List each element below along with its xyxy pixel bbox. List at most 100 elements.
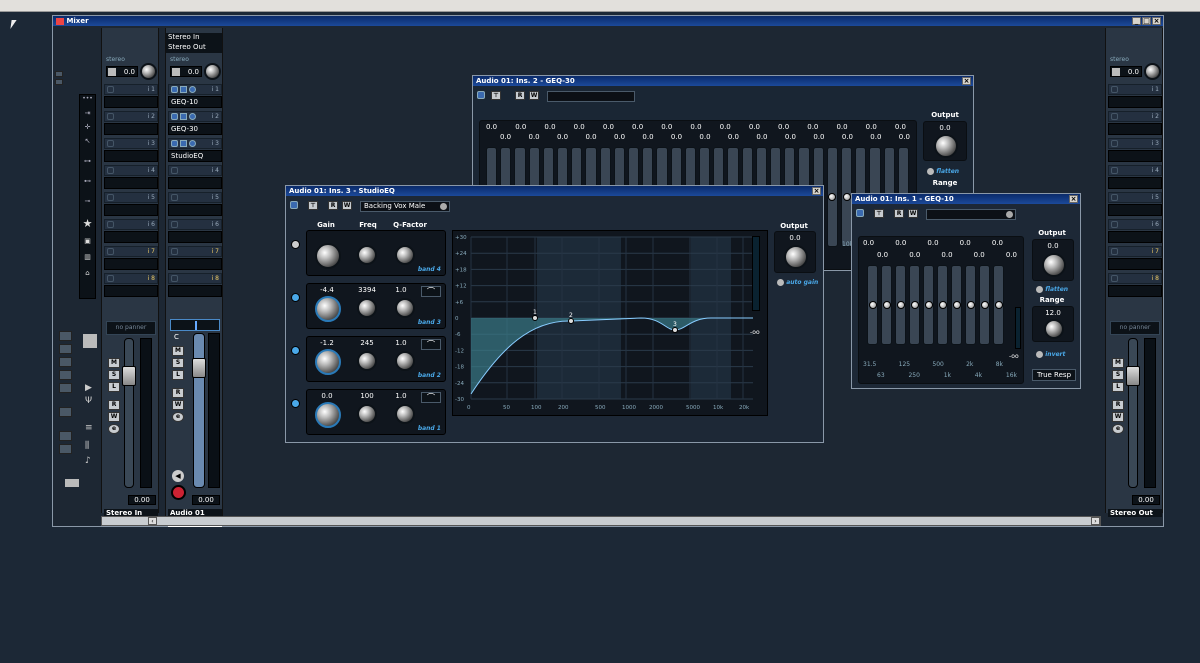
band-q-knob[interactable] — [395, 298, 415, 318]
insert-power-icon[interactable] — [107, 248, 114, 255]
tuning-fork-icon[interactable]: Ψ — [85, 396, 92, 406]
fader-icon[interactable]: ⫼ — [85, 441, 89, 451]
geq10-titlebar[interactable]: Audio 01: Ins. 1 - GEQ-10 × — [852, 194, 1080, 204]
eq-fader-cap[interactable] — [882, 301, 891, 309]
insert-bypass-icon[interactable] — [180, 113, 187, 120]
insert-slot[interactable]: i 4 — [168, 165, 222, 176]
insert-bypass-icon[interactable] — [180, 86, 187, 93]
power-button[interactable] — [477, 91, 485, 99]
eq-fader-cap[interactable] — [842, 193, 851, 201]
panner-area[interactable]: no panner — [1110, 321, 1160, 335]
folder-icon[interactable] — [65, 479, 79, 487]
play-icon[interactable]: ▶ — [85, 383, 92, 393]
edit-button[interactable]: e — [1112, 424, 1124, 434]
minimize-button[interactable]: _ — [1132, 17, 1141, 25]
output-knob[interactable] — [934, 134, 958, 158]
output-knob[interactable] — [1042, 253, 1066, 277]
write-button[interactable]: W — [908, 209, 918, 218]
sidebar-btn-8[interactable] — [59, 444, 72, 454]
insert-name[interactable]: GEQ-10 — [168, 96, 222, 108]
insert-slot[interactable]: i 6 — [1108, 219, 1162, 230]
band-freq-knob[interactable] — [357, 298, 377, 318]
geq30-close-button[interactable]: × — [962, 77, 971, 85]
insert-name[interactable] — [1108, 177, 1162, 189]
insert-power-icon[interactable] — [107, 275, 114, 282]
filter-shape-icon[interactable]: ⌒ — [421, 339, 441, 350]
insert-slot[interactable]: i 2 — [1108, 111, 1162, 122]
solo-button[interactable]: S — [172, 358, 184, 368]
bypass-button[interactable]: ⊤ — [874, 209, 884, 218]
insert-name[interactable] — [104, 258, 158, 270]
sidebar-btn-7[interactable] — [59, 431, 72, 441]
band-freq-knob[interactable] — [357, 404, 377, 424]
insert-power-icon[interactable] — [1111, 248, 1118, 255]
sidebar-btn-3[interactable] — [59, 357, 72, 367]
tower-icon[interactable]: ⌂ — [80, 269, 95, 283]
maximize-button[interactable]: □ — [1142, 17, 1151, 25]
power-button[interactable] — [856, 209, 864, 217]
read-button[interactable]: R — [894, 209, 904, 218]
horizontal-scrollbar[interactable]: ‹ › — [101, 516, 1101, 526]
insert-slot[interactable]: i 5 — [104, 192, 158, 203]
insert-power-icon[interactable] — [1111, 86, 1118, 93]
insert-name[interactable] — [104, 123, 158, 135]
bypass-button[interactable]: ⊤ — [308, 201, 318, 210]
sidebar-btn-2[interactable] — [59, 344, 72, 354]
insert-slot[interactable]: i 8 — [1108, 273, 1162, 284]
read-button[interactable]: R — [172, 388, 184, 398]
listen-button[interactable]: L — [108, 382, 120, 392]
write-button[interactable]: W — [108, 412, 120, 422]
insert-slot[interactable]: i 6 — [104, 219, 158, 230]
eq-band-handle[interactable] — [568, 318, 574, 324]
preset-dropdown[interactable] — [926, 209, 1016, 220]
insert-power-icon[interactable] — [171, 140, 178, 147]
insert-name[interactable] — [104, 231, 158, 243]
filter-shape-icon[interactable]: ⌒ — [421, 286, 441, 297]
fader-value[interactable]: 0.00 — [1132, 495, 1160, 505]
link-icon[interactable]: ⇥ — [80, 109, 95, 123]
expand-button[interactable] — [55, 71, 63, 77]
insert-slot[interactable]: i 3 — [104, 138, 158, 149]
scroll-left-button[interactable]: ‹ — [148, 517, 157, 525]
mixer-titlebar[interactable]: Mixer _ □ × — [53, 16, 1163, 26]
band-gain-knob[interactable] — [315, 243, 341, 269]
insert-power-icon[interactable] — [1111, 113, 1118, 120]
write-button[interactable]: W — [342, 201, 352, 210]
input-gain-knob[interactable] — [204, 63, 221, 80]
insert-power-icon[interactable] — [171, 167, 178, 174]
fader-track[interactable] — [124, 338, 134, 488]
pan-field[interactable]: 0.0 — [106, 66, 138, 77]
insert-name[interactable]: StudioEQ — [168, 150, 222, 162]
insert-name[interactable] — [168, 285, 222, 297]
preset-dropdown[interactable] — [547, 91, 635, 102]
geq10-close-button[interactable]: × — [1069, 195, 1078, 203]
band-enable-button[interactable] — [291, 346, 300, 355]
eq-graph[interactable]: +30 +24 +18 +12 +6 0 -6 -12 -18 -24 -30 0 50 100 200 50… — [452, 230, 768, 416]
range-knob[interactable] — [1044, 319, 1064, 339]
insert-power-icon[interactable] — [1111, 194, 1118, 201]
insert-power-icon[interactable] — [171, 221, 178, 228]
square-icon[interactable]: ▣ — [80, 237, 95, 253]
sidebar-btn-6[interactable] — [59, 407, 72, 417]
mute-button[interactable]: M — [1112, 358, 1124, 368]
star-icon[interactable]: ★ — [80, 217, 95, 237]
band-gain-knob[interactable] — [315, 296, 341, 322]
insert-slot[interactable]: i 8 — [104, 273, 158, 284]
insert-slot[interactable]: i 7 — [168, 246, 222, 257]
insert-power-icon[interactable] — [1111, 167, 1118, 174]
bars-icon[interactable]: ▥ — [80, 253, 95, 269]
panner-area[interactable]: no panner — [106, 321, 156, 335]
band-q-knob[interactable] — [395, 404, 415, 424]
cross-icon[interactable]: ✛ — [80, 123, 95, 137]
fader-value[interactable]: 0.00 — [192, 495, 220, 505]
insert-power-icon[interactable] — [171, 194, 178, 201]
list-icon[interactable]: ≡ — [85, 423, 93, 433]
listen-button[interactable]: L — [1112, 382, 1124, 392]
insert-name[interactable] — [104, 204, 158, 216]
insert-power-icon[interactable] — [171, 275, 178, 282]
insert-name[interactable] — [168, 258, 222, 270]
pan-field[interactable]: 0.0 — [1110, 66, 1142, 77]
eq-fader-cap[interactable] — [868, 301, 877, 309]
insert-power-icon[interactable] — [1111, 221, 1118, 228]
insert-name[interactable] — [1108, 231, 1162, 243]
